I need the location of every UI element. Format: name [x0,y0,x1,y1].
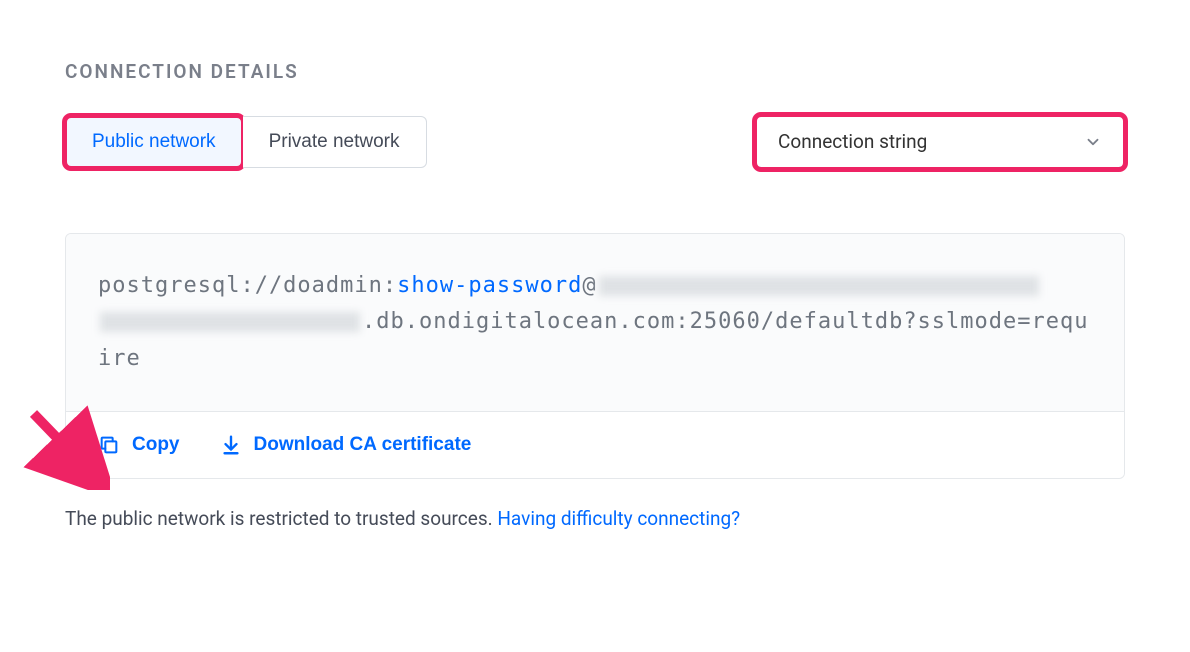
connection-format-label: Connection string [778,130,1084,153]
redacted-host-part2 [100,312,360,332]
conn-prefix: postgresql://doadmin: [98,273,397,298]
download-ca-button[interactable]: Download CA certificate [220,434,472,456]
footer-note: The public network is restricted to trus… [65,507,1125,530]
redacted-host-part1 [599,276,1039,296]
connection-actions: Copy Download CA certificate [66,412,1124,478]
download-ca-label: Download CA certificate [254,434,472,456]
connection-format-select[interactable]: Connection string [755,115,1125,169]
controls-row: Public network Private network Connectio… [65,115,1125,169]
section-title: CONNECTION DETAILS [65,60,1125,83]
copy-button[interactable]: Copy [98,434,180,456]
conn-at: @ [582,273,596,298]
show-password-link[interactable]: show-password [397,273,582,298]
chevron-down-icon [1084,133,1102,151]
download-icon [220,434,242,456]
copy-icon [98,434,120,456]
connection-panel: postgresql://doadmin:show-password@.db.o… [65,233,1125,479]
copy-label: Copy [132,434,180,456]
connection-string-display: postgresql://doadmin:show-password@.db.o… [66,234,1124,412]
tab-private-network[interactable]: Private network [243,116,427,168]
help-link[interactable]: Having difficulty connecting? [497,507,740,530]
tab-public-network[interactable]: Public network [65,116,243,168]
network-tab-group: Public network Private network [65,116,427,168]
footer-text: The public network is restricted to trus… [65,507,497,530]
